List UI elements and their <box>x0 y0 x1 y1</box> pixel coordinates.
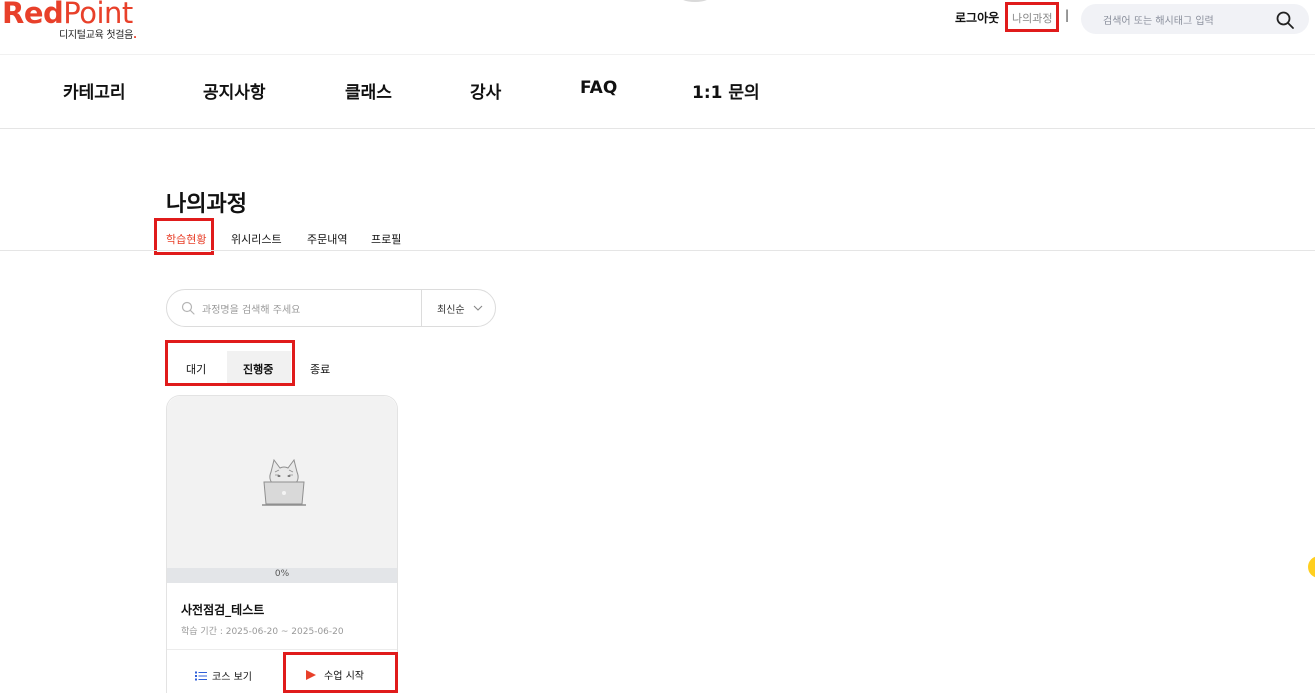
start-class-button[interactable]: 수업 시작 <box>306 667 364 682</box>
nav-item-instructor[interactable]: 강사 <box>470 78 501 103</box>
my-course-link[interactable]: 나의과정 <box>1012 10 1052 26</box>
tabs-divider <box>0 250 1315 251</box>
my-course-highlight[interactable]: 나의과정 <box>1005 2 1059 32</box>
search-sort-divider <box>421 290 422 326</box>
course-title[interactable]: 사전점검_테스트 <box>181 601 264 618</box>
search-icon[interactable] <box>1275 10 1295 30</box>
search-icon <box>181 301 195 315</box>
nav-item-notice[interactable]: 공지사항 <box>203 78 266 103</box>
header-divider <box>0 54 1315 55</box>
start-class-label: 수업 시작 <box>324 671 364 682</box>
course-period: 학습 기간 : 2025-06-20 ~ 2025-06-20 <box>181 627 344 637</box>
nav-item-faq[interactable]: FAQ <box>580 78 617 98</box>
logo[interactable]: RedPoint 디지털교육 첫걸음. <box>2 0 152 44</box>
tab-wishlist[interactable]: 위시리스트 <box>231 231 282 247</box>
course-thumbnail[interactable] <box>167 396 397 568</box>
play-icon <box>306 670 316 680</box>
course-search-bar: 과정명을 검색해 주세요 최신순 <box>166 289 496 327</box>
card-divider <box>167 649 397 650</box>
tagline-text: 디지털교육 첫걸음 <box>59 30 134 41</box>
course-progress-label: 0% <box>274 569 290 579</box>
course-card: 0% 사전점검_테스트 학습 기간 : 2025-06-20 ~ 2025-06… <box>166 395 398 693</box>
utility-separator: | <box>1065 8 1070 22</box>
status-tab-highlight <box>165 340 295 386</box>
chevron-down-icon[interactable] <box>472 303 484 313</box>
tagline-dot: . <box>133 30 137 41</box>
nav-divider <box>0 128 1315 129</box>
nav-item-inquiry[interactable]: 1:1 문의 <box>692 78 760 103</box>
logo-tagline: 디지털교육 첫걸음. <box>59 26 137 41</box>
logo-red-text: Red <box>2 0 64 30</box>
status-tab-completed[interactable]: 종료 <box>310 361 330 377</box>
global-search-placeholder: 검색어 또는 해시태그 입력 <box>1103 16 1214 27</box>
global-search-input[interactable]: 검색어 또는 해시태그 입력 <box>1081 4 1309 34</box>
page-title: 나의과정 <box>166 192 247 217</box>
course-progress-bar: 0% <box>167 568 397 583</box>
floating-chat-button[interactable] <box>1308 556 1315 578</box>
nav-item-class[interactable]: 클래스 <box>345 78 392 103</box>
list-icon <box>195 671 207 681</box>
status-tab-waiting[interactable]: 대기 <box>186 361 206 377</box>
cat-laptop-illustration <box>262 458 306 506</box>
view-course-label: 코스 보기 <box>212 672 252 683</box>
view-course-button[interactable]: 코스 보기 <box>195 668 252 683</box>
logout-link[interactable]: 로그아웃 <box>955 9 999 26</box>
tab-orders[interactable]: 주문내역 <box>307 231 347 247</box>
sort-select[interactable]: 최신순 <box>437 301 465 316</box>
scroll-indicator <box>678 0 712 2</box>
status-tab-in-progress[interactable]: 진행중 <box>243 361 273 377</box>
nav-item-category[interactable]: 카테고리 <box>63 78 126 103</box>
tab-profile[interactable]: 프로필 <box>371 231 401 247</box>
course-search-input[interactable]: 과정명을 검색해 주세요 <box>202 301 300 316</box>
main-navigation: 카테고리 공지사항 클래스 강사 FAQ 1:1 문의 <box>0 78 1315 108</box>
